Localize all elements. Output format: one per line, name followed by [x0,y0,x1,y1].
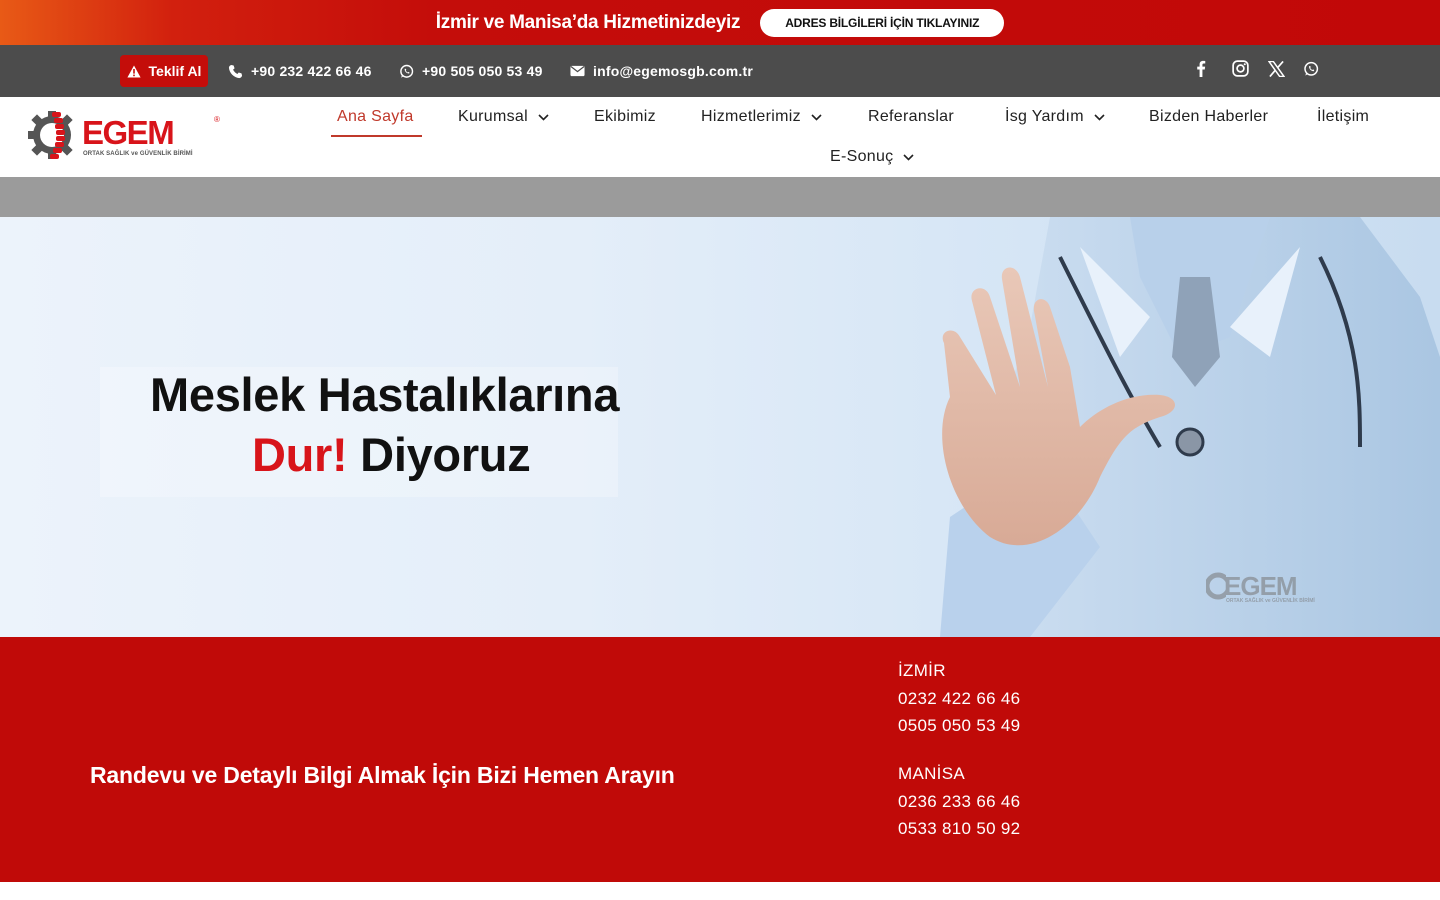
page-title-bar [0,177,1440,217]
phone-link[interactable]: +90 232 422 66 46 [228,45,372,97]
city-name: İZMİR [898,661,946,680]
gear-spine-logo-icon [28,111,73,159]
hero-subheadline: Dur! Diyoruz [252,427,531,482]
instagram-link[interactable] [1232,60,1249,82]
site-logo[interactable]: EGEM ® ORTAK SAĞLIK ve GÜVENLİK BİRİMİ [28,105,224,165]
city-contact-manisa: MANİSA 0236 233 66 46 0533 810 50 92 [898,760,1020,843]
nav-item-referanslar[interactable]: Referanslar [868,97,954,137]
get-quote-button[interactable]: Teklif Al [120,55,208,87]
nav-item-hizmetlerimiz[interactable]: Hizmetlerimiz [701,97,822,137]
nav-item-kurumsal[interactable]: Kurumsal [458,97,549,137]
nav-item-label: Referanslar [868,108,955,125]
envelope-icon [570,65,585,77]
facebook-link[interactable] [1196,60,1214,82]
email-link[interactable]: info@egemosgb.com.tr [570,45,753,97]
chevron-down-icon [903,153,915,161]
hero-watermark-logo: EGEM ORTAK SAĞLIK ve GÜVENLİK BİRİMİ [1206,567,1346,607]
nav-item-label: İsg Yardım [1005,108,1084,125]
facebook-icon [1197,60,1206,77]
phone-icon [228,64,243,78]
whatsapp-icon [400,64,414,78]
hero-headline: Meslek Hastalıklarına [150,368,620,421]
x-icon [1267,60,1286,77]
nav-item-ana-sayfa[interactable]: Ana Sayfa [337,97,414,137]
nav-item-label: İletişim [1317,108,1370,125]
logo-registered-mark: ® [214,115,220,124]
nav-item-isg-yardim[interactable]: İsg Yardım [1005,97,1105,137]
address-info-button[interactable]: ADRES BİLGİLERİ İÇİN TIKLAYINIZ [760,8,1005,37]
nav-item-e-sonuc[interactable]: E-Sonuç [830,137,915,177]
city-phone[interactable]: 0505 050 53 49 [898,712,1020,740]
nav-item-label: E-Sonuç [830,148,894,165]
nav-item-label: Hizmetlerimiz [701,108,801,125]
nav-item-label: Kurumsal [458,108,528,125]
gear-logo-icon [1206,572,1226,600]
announcement-bar: İzmir ve Manisa’da Hizmetinizdeyiz ADRES… [0,0,1440,45]
whatsapp-icon [1304,61,1319,76]
city-phone[interactable]: 0533 810 50 92 [898,815,1020,843]
nav-item-bizden-haberler[interactable]: Bizden Haberler [1149,97,1268,137]
city-phone[interactable]: 0236 233 66 46 [898,788,1020,816]
announcement-text: İzmir ve Manisa’da Hizmetinizdeyiz [435,11,741,33]
instagram-icon [1232,60,1249,77]
logo-wordmark: EGEM [82,114,175,151]
hero-highlight: Dur! [252,428,348,481]
cta-title: Randevu ve Detaylı Bilgi Almak İçin Bizi… [90,762,675,788]
nav-item-label: Ekibimiz [594,108,656,125]
hero-banner: Meslek Hastalıklarına Dur! Diyoruz EGEM … [0,217,1440,637]
logo-subtitle: ORTAK SAĞLIK ve GÜVENLİK BİRİMİ [83,151,193,157]
nav-item-label: Ana Sayfa [337,108,414,125]
active-nav-underline [331,135,422,137]
whatsapp-link[interactable]: +90 505 050 53 49 [399,45,543,97]
hero-subheadline-rest: Diyoruz [360,428,531,481]
chevron-down-icon [1094,113,1105,121]
phone-number: +90 232 422 66 46 [251,63,372,79]
get-quote-label: Teklif Al [148,63,202,79]
nav-item-label: Bizden Haberler [1149,108,1269,125]
email-address: info@egemosgb.com.tr [593,63,753,79]
social-links [1196,45,1319,97]
watermark-subtitle: ORTAK SAĞLIK ve GÜVENLİK BİRİMİ [1226,598,1315,604]
chevron-down-icon [538,113,549,121]
city-name: MANİSA [898,764,965,783]
warning-icon [126,65,141,77]
call-to-action-section: Randevu ve Detaylı Bilgi Almak İçin Bizi… [0,637,1440,882]
x-link[interactable] [1267,60,1286,82]
city-phone[interactable]: 0232 422 66 46 [898,685,1020,713]
nav-item-ekibimiz[interactable]: Ekibimiz [594,97,656,137]
nav-item-iletisim[interactable]: İletişim [1317,97,1369,137]
whatsapp-social-link[interactable] [1303,61,1319,82]
chevron-down-icon [811,113,822,121]
contact-bar: Teklif Al +90 232 422 66 46 +90 505 050 … [0,45,1440,97]
whatsapp-number: +90 505 050 53 49 [422,63,543,79]
city-contact-izmir: İZMİR 0232 422 66 46 0505 050 53 49 [898,657,1020,740]
